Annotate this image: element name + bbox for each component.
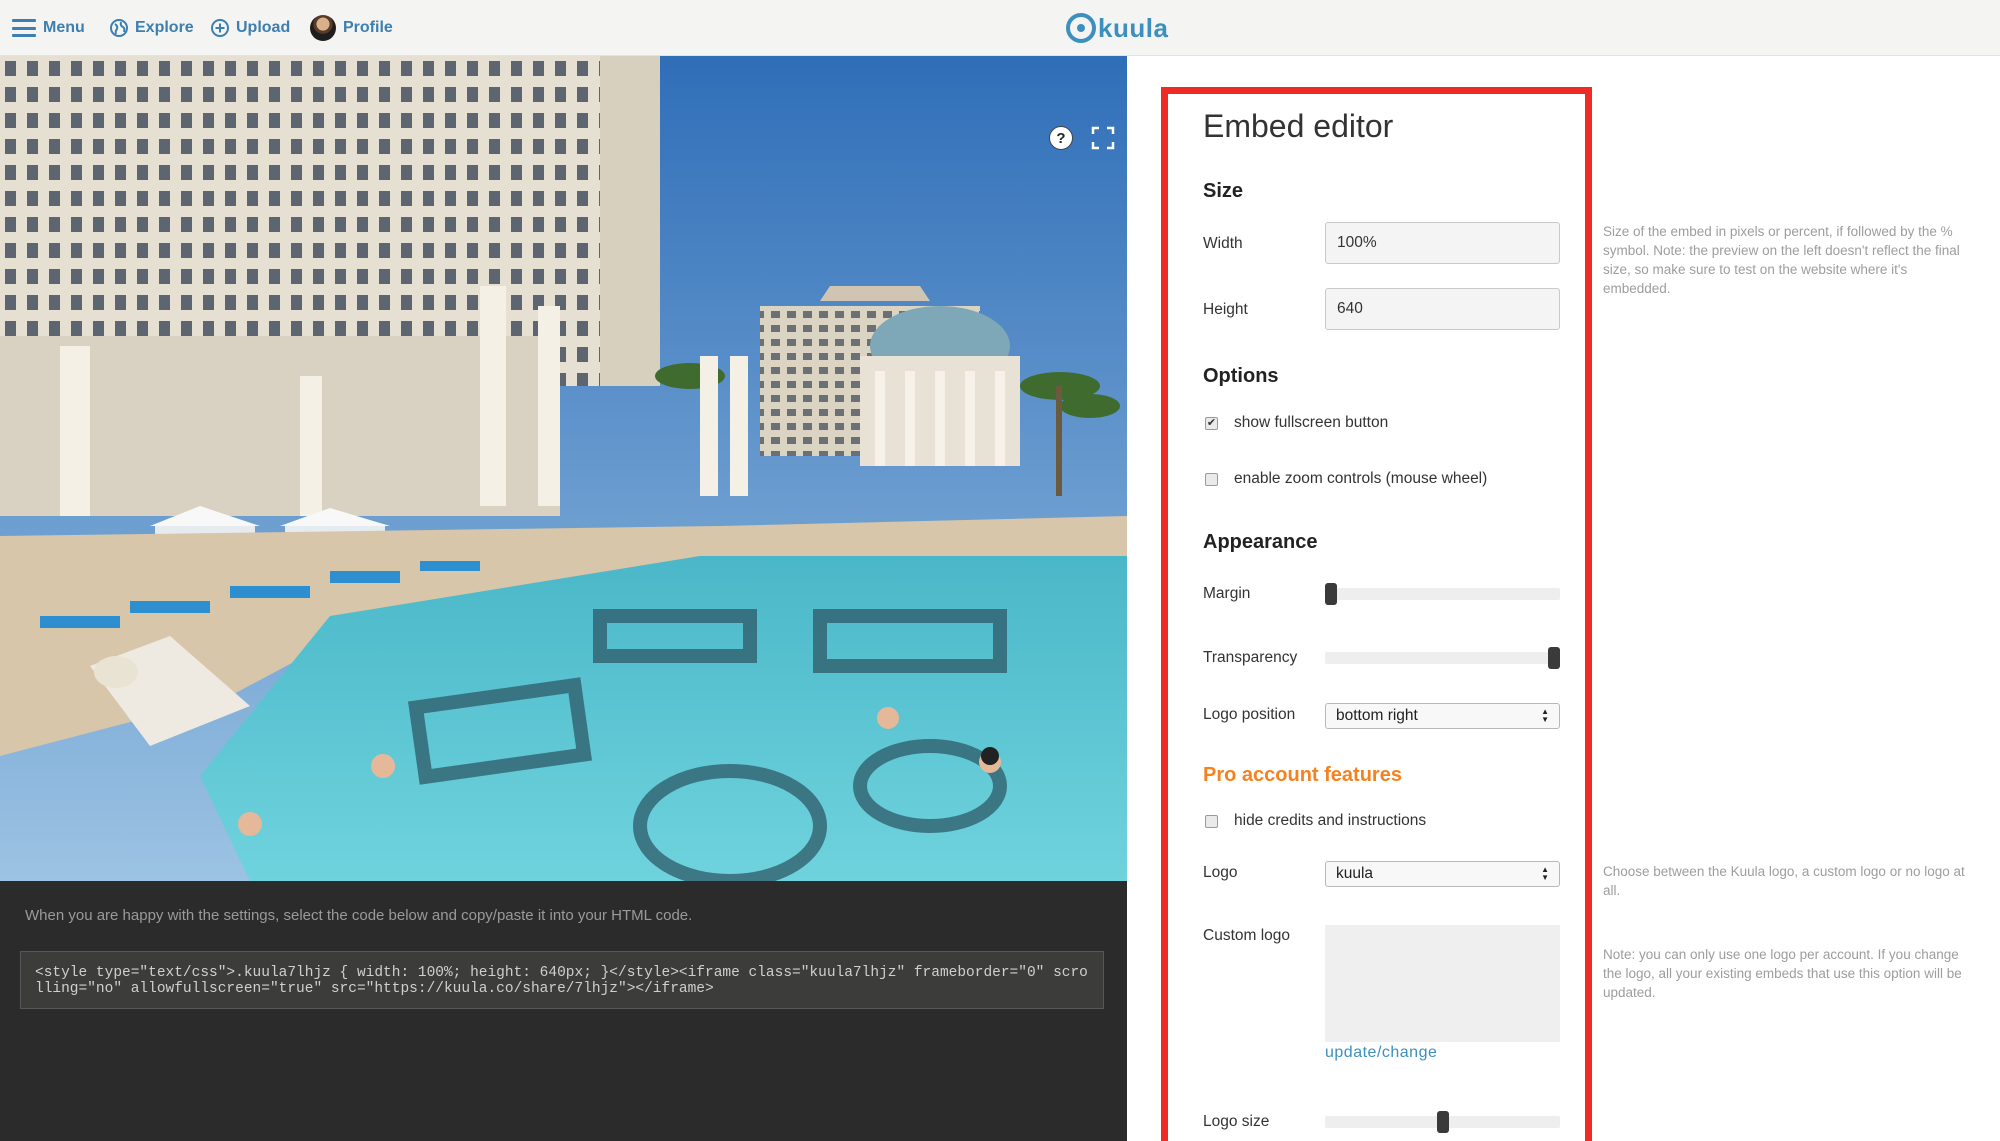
zoom-option-label: enable zoom controls (mouse wheel) — [1234, 470, 1488, 487]
logo-position-label: Logo position — [1203, 706, 1296, 723]
panorama-image — [0, 56, 1127, 881]
top-navigation-bar: Menu Explore Upload Profile kuula — [0, 0, 2000, 56]
fullscreen-checkbox[interactable]: ✔ — [1205, 416, 1218, 430]
hide-credits-label: hide credits and instructions — [1234, 812, 1427, 829]
fullscreen-option[interactable]: ✔ show fullscreen button — [1205, 414, 1388, 432]
panorama-viewer[interactable]: ? kuula — [0, 56, 1127, 881]
height-label: Height — [1203, 301, 1248, 318]
menu-button[interactable]: Menu — [12, 14, 85, 42]
zoom-option[interactable]: enable zoom controls (mouse wheel) — [1205, 470, 1487, 488]
transparency-label: Transparency — [1203, 649, 1298, 666]
options-heading: Options — [1203, 365, 1279, 387]
width-label: Width — [1203, 235, 1243, 252]
custom-logo-label: Custom logo — [1203, 927, 1291, 944]
size-note: Size of the embed in pixels or percent, … — [1603, 224, 1960, 296]
profile-link[interactable]: Profile — [310, 14, 393, 42]
custom-logo-note: Note: you can only use one logo per acco… — [1603, 947, 1962, 1000]
globe-icon — [110, 19, 128, 37]
help-button[interactable]: ? — [1049, 126, 1073, 150]
menu-label: Menu — [43, 19, 85, 36]
logo-select[interactable]: kuula ▲ ▼ — [1325, 861, 1560, 887]
explore-link[interactable]: Explore — [110, 14, 194, 42]
hide-credits-option[interactable]: hide credits and instructions — [1205, 812, 1426, 830]
logo-select-value: kuula — [1336, 865, 1374, 882]
transparency-slider-handle[interactable] — [1548, 647, 1560, 669]
height-input[interactable] — [1325, 288, 1560, 330]
select-arrows-icon: ▲ ▼ — [1541, 865, 1549, 882]
margin-label: Margin — [1203, 585, 1251, 602]
fullscreen-icon[interactable] — [1091, 126, 1115, 150]
pro-features-heading: Pro account features — [1203, 764, 1402, 786]
size-heading: Size — [1203, 180, 1244, 202]
logo-note: Choose between the Kuula logo, a custom … — [1603, 864, 1965, 898]
logo-size-slider-handle[interactable] — [1437, 1111, 1449, 1133]
explore-label: Explore — [135, 19, 194, 36]
custom-logo-preview[interactable] — [1325, 925, 1560, 1042]
kuula-logo-icon — [1066, 13, 1096, 43]
logo-label: Logo — [1203, 864, 1238, 881]
zoom-checkbox[interactable] — [1205, 472, 1218, 486]
embed-code-panel: When you are happy with the settings, se… — [0, 881, 1127, 1141]
logo-position-select[interactable]: bottom right ▲ ▼ — [1325, 703, 1560, 729]
logo-size-slider[interactable] — [1325, 1111, 1560, 1133]
margin-slider[interactable] — [1325, 583, 1560, 605]
transparency-slider[interactable] — [1325, 647, 1560, 669]
logo-size-label: Logo size — [1203, 1113, 1270, 1130]
code-instructions: When you are happy with the settings, se… — [25, 907, 693, 924]
width-input[interactable] — [1325, 222, 1560, 264]
upload-plus-icon — [211, 19, 229, 37]
embed-code-textbox[interactable]: <style type="text/css">.kuula7lhjz { wid… — [20, 951, 1104, 1009]
upload-label: Upload — [236, 19, 291, 36]
hamburger-icon — [12, 19, 36, 37]
editor-title: Embed editor — [1203, 108, 1394, 144]
kuula-logo[interactable]: kuula — [1066, 10, 1168, 46]
fullscreen-option-label: show fullscreen button — [1234, 414, 1389, 431]
margin-slider-handle[interactable] — [1325, 583, 1337, 605]
select-arrows-icon: ▲ ▼ — [1541, 707, 1549, 724]
avatar — [310, 15, 336, 41]
brand-name: kuula — [1098, 12, 1169, 43]
profile-label: Profile — [343, 19, 393, 36]
logo-position-value: bottom right — [1336, 707, 1418, 724]
appearance-heading: Appearance — [1203, 531, 1318, 553]
upload-link[interactable]: Upload — [211, 14, 290, 42]
hide-credits-checkbox[interactable] — [1205, 814, 1218, 828]
update-logo-link[interactable]: update/change — [1325, 1044, 1437, 1062]
